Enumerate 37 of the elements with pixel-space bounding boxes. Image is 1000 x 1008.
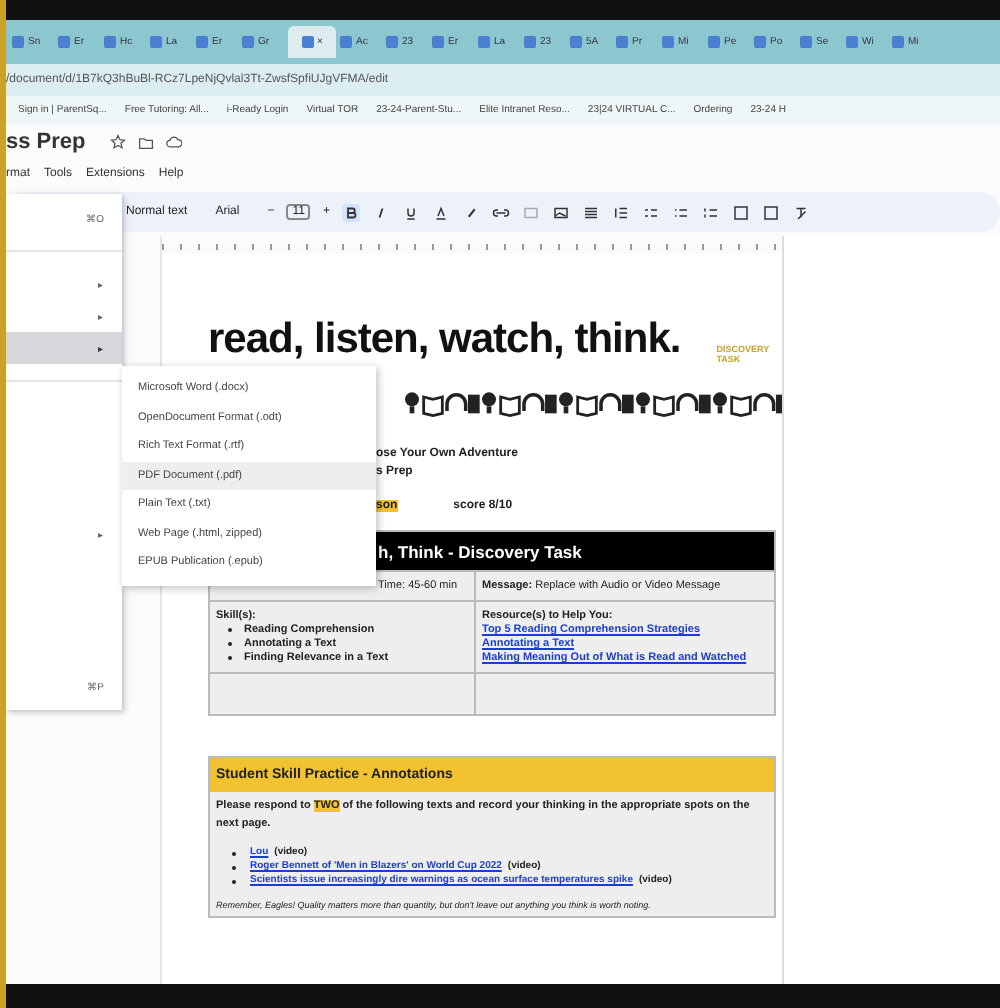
favicon-icon: [892, 36, 904, 48]
favicon-icon: [708, 36, 720, 48]
favicon-icon: [12, 36, 24, 48]
favicon-icon: [58, 36, 70, 48]
favicon-icon: [196, 36, 208, 48]
document-title[interactable]: ss Prep: [6, 130, 86, 154]
cloud-icon[interactable]: [165, 134, 182, 150]
favicon-icon: [340, 36, 352, 48]
favicon-icon: [570, 36, 582, 48]
favicon-icon: [846, 36, 858, 48]
line-spacing-icon[interactable]: [611, 203, 630, 221]
favicon-icon: [104, 36, 116, 48]
link-icon[interactable]: [491, 203, 510, 221]
favicon-icon: [754, 36, 766, 48]
folder-icon[interactable]: [137, 134, 154, 150]
favicon-icon: [432, 36, 444, 48]
clear-format-icon[interactable]: [791, 203, 810, 221]
favicon-icon: [150, 36, 162, 48]
favicon-icon: [478, 36, 490, 48]
page-heading: read, listen, watch, think.: [208, 316, 681, 364]
favicon-icon: [800, 36, 812, 48]
underline-icon[interactable]: [401, 203, 420, 221]
favicon-icon: [662, 36, 674, 48]
text-color-icon[interactable]: [431, 203, 450, 221]
image-icon[interactable]: [551, 203, 570, 221]
favicon-icon: [301, 36, 314, 48]
star-icon[interactable]: [109, 134, 126, 150]
table-header: h, Think - Discovery Task: [378, 541, 582, 561]
bulleted-list-icon[interactable]: [671, 203, 690, 221]
favicon-icon: [242, 36, 254, 48]
align-icon[interactable]: [581, 203, 600, 221]
bold-icon[interactable]: [341, 203, 360, 221]
checklist-icon[interactable]: [641, 203, 660, 221]
favicon-icon: [616, 36, 628, 48]
numbered-list-icon[interactable]: [701, 203, 720, 221]
favicon-icon: [386, 36, 398, 48]
favicon-icon: [524, 36, 536, 48]
